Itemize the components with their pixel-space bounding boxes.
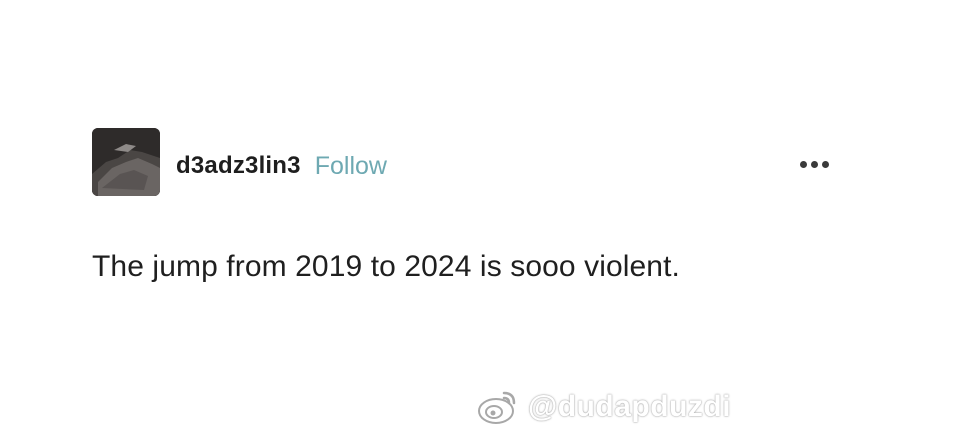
- weibo-logo-icon: [476, 385, 520, 429]
- watermark-text: @dudapduzdi: [528, 390, 732, 423]
- avatar-image: [92, 128, 160, 196]
- post-header: d3adz3lin3 Follow: [176, 148, 387, 184]
- more-horizontal-icon-dot: [810, 160, 818, 168]
- more-horizontal-icon: [799, 160, 807, 168]
- watermark: @dudapduzdi: [476, 382, 731, 432]
- more-horizontal-icon-dot: [821, 160, 829, 168]
- more-options-button[interactable]: [792, 150, 836, 178]
- post-body-text: The jump from 2019 to 2024 is sooo viole…: [92, 250, 680, 283]
- tumblr-post: d3adz3lin3 Follow The jump from 2019 to …: [0, 0, 960, 442]
- author-username[interactable]: d3adz3lin3: [176, 152, 301, 180]
- follow-button[interactable]: Follow: [315, 152, 387, 181]
- avatar[interactable]: [92, 128, 160, 196]
